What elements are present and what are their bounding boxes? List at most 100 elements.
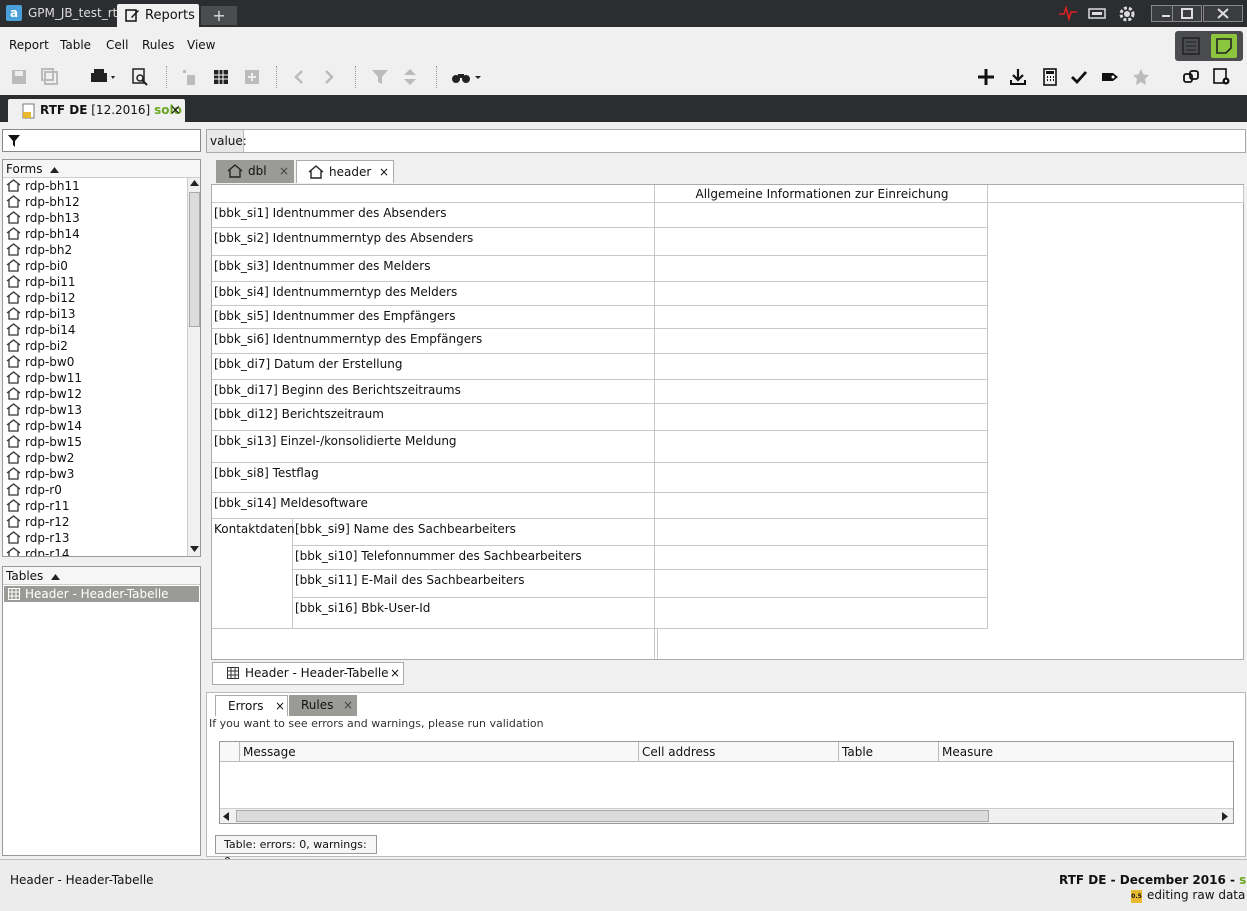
data-cell[interactable] (655, 256, 988, 282)
menu-report[interactable]: Report (9, 38, 49, 52)
form-list-item[interactable]: rdp-r14 (3, 546, 187, 556)
form-list-item[interactable]: rdp-bi13 (3, 306, 187, 322)
form-list-item[interactable]: rdp-bw2 (3, 450, 187, 466)
hscroll-thumb[interactable] (236, 810, 989, 822)
list-view-icon[interactable] (1180, 36, 1202, 56)
table-status[interactable]: Table: errors: 0, warnings: 0 (215, 835, 377, 868)
form-list-item[interactable]: rdp-bw3 (3, 466, 187, 482)
link-icon[interactable] (1182, 68, 1200, 86)
tag-icon[interactable] (1101, 68, 1119, 86)
print-preview-icon[interactable] (131, 68, 149, 86)
add-icon[interactable] (977, 68, 995, 86)
scroll-left-icon[interactable] (223, 812, 229, 821)
add-tab-button[interactable]: + (201, 6, 237, 25)
column-measure[interactable]: Measure (939, 742, 1233, 762)
document-tab[interactable]: RTF DE [12.2016] solo × (8, 99, 185, 122)
close-errors-tab-button[interactable]: × (275, 696, 285, 717)
binoculars-icon[interactable] (451, 68, 483, 86)
data-cell[interactable] (655, 598, 988, 629)
data-cell[interactable] (655, 354, 988, 380)
tab-file[interactable]: GPM_JB_test_rtf (26, 0, 122, 27)
data-cell[interactable] (655, 463, 988, 493)
data-cell[interactable] (655, 493, 988, 519)
data-cell[interactable] (655, 519, 988, 546)
form-list-item[interactable]: rdp-bw13 (3, 402, 187, 418)
next-icon[interactable] (321, 68, 337, 86)
data-cell[interactable] (655, 404, 988, 431)
check-icon[interactable] (1070, 68, 1088, 86)
form-list-item[interactable]: rdp-bi14 (3, 322, 187, 338)
scroll-up-icon[interactable] (190, 180, 199, 186)
form-list-item[interactable]: rdp-bw0 (3, 354, 187, 370)
close-tab-header-button[interactable]: × (379, 161, 389, 184)
data-cell[interactable] (655, 431, 988, 463)
form-list-item[interactable]: rdp-bw14 (3, 418, 187, 434)
memory-icon[interactable] (1088, 5, 1106, 21)
tab-header[interactable]: header × (296, 160, 394, 183)
view-toggle[interactable] (1175, 31, 1243, 61)
save-all-icon[interactable] (41, 68, 59, 86)
scroll-down-icon[interactable] (190, 546, 199, 552)
close-document-tab-button[interactable]: × (170, 99, 181, 122)
print-icon[interactable] (90, 68, 116, 86)
close-tab-dbl-button[interactable]: × (279, 160, 289, 183)
filter-icon[interactable] (371, 68, 389, 86)
form-list-item[interactable]: rdp-bh11 (3, 178, 187, 194)
form-list-item[interactable]: rdp-bi11 (3, 274, 187, 290)
data-cell[interactable] (655, 380, 988, 404)
tab-rules[interactable]: Rules × (289, 695, 357, 716)
forms-filter-input[interactable] (2, 129, 201, 152)
close-rules-tab-button[interactable]: × (343, 695, 353, 716)
tab-reports[interactable]: Reports (117, 4, 199, 27)
menu-table[interactable]: Table (60, 38, 91, 52)
form-list-item[interactable]: rdp-bw15 (3, 434, 187, 450)
star-icon[interactable] (1132, 68, 1150, 86)
menu-rules[interactable]: Rules (142, 38, 174, 52)
delete-icon[interactable] (181, 68, 199, 86)
scroll-right-icon[interactable] (1222, 812, 1228, 821)
data-cell[interactable] (655, 282, 988, 306)
form-list-item[interactable]: rdp-r11 (3, 498, 187, 514)
data-cell[interactable] (655, 306, 988, 329)
form-list-item[interactable]: rdp-bi0 (3, 258, 187, 274)
close-table-tab-button[interactable]: × (390, 663, 400, 684)
activity-icon[interactable] (1059, 5, 1077, 21)
form-list-item[interactable]: rdp-bh14 (3, 226, 187, 242)
data-cell[interactable] (655, 570, 988, 598)
settings-doc-icon[interactable] (1213, 68, 1231, 86)
form-list-item[interactable]: rdp-bh13 (3, 210, 187, 226)
data-cell[interactable] (655, 546, 988, 570)
gear-icon[interactable] (1118, 5, 1136, 23)
form-list-item[interactable]: rdp-r13 (3, 530, 187, 546)
menu-cell[interactable]: Cell (106, 38, 128, 52)
form-list-item[interactable]: rdp-bi12 (3, 290, 187, 306)
form-list-item[interactable]: rdp-r12 (3, 514, 187, 530)
menu-view[interactable]: View (187, 38, 215, 52)
table-tab[interactable]: Header - Header-Tabelle × (212, 662, 404, 685)
previous-icon[interactable] (291, 68, 307, 86)
form-list-item[interactable]: rdp-bi2 (3, 338, 187, 354)
form-list-item[interactable]: rdp-bh2 (3, 242, 187, 258)
scroll-thumb[interactable] (189, 192, 200, 327)
close-window-button[interactable] (1203, 5, 1243, 22)
data-cell[interactable] (655, 203, 988, 228)
form-list-item[interactable]: rdp-bw12 (3, 386, 187, 402)
table-list-item[interactable]: Header - Header-Tabelle (4, 586, 199, 602)
column-table[interactable]: Table (839, 742, 939, 762)
sort-icon[interactable] (402, 68, 418, 86)
data-cell[interactable] (655, 329, 988, 354)
tab-errors[interactable]: Errors × (215, 695, 288, 716)
table-calc-icon[interactable] (243, 68, 261, 86)
calculator-grid-icon[interactable] (212, 68, 230, 86)
tables-header[interactable]: Tables (3, 567, 200, 585)
column-message[interactable]: Message (240, 742, 639, 762)
errors-hscrollbar[interactable] (220, 808, 1233, 823)
note-view-icon[interactable] (1211, 34, 1237, 58)
data-cell[interactable] (655, 228, 988, 256)
form-list-item[interactable]: rdp-bw11 (3, 370, 187, 386)
tab-dbl[interactable]: dbl × (216, 160, 294, 183)
forms-scrollbar[interactable] (187, 178, 200, 556)
save-icon[interactable] (10, 68, 28, 86)
download-icon[interactable] (1009, 68, 1027, 86)
calculator-icon[interactable] (1041, 68, 1059, 86)
